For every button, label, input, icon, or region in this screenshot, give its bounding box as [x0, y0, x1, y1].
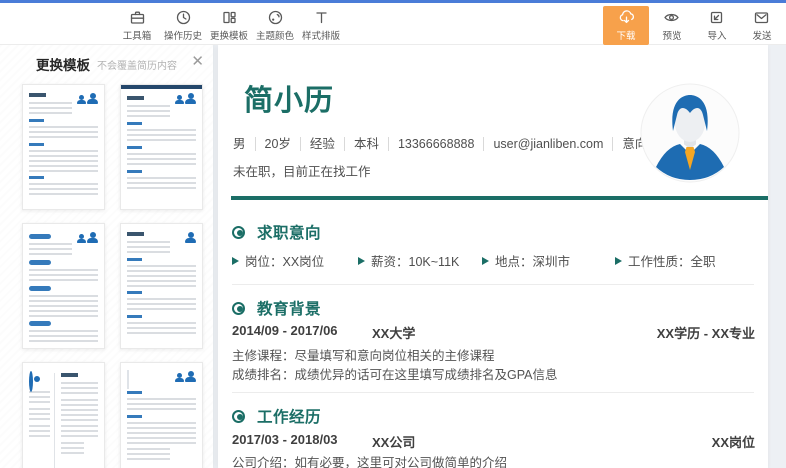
toolbar-tool-theme-color[interactable]: 主题颜色	[252, 6, 298, 45]
eye-icon	[663, 9, 680, 26]
education-detail-courses[interactable]: 主修课程：尽量填写和意向岗位相关的主修课程	[232, 347, 754, 366]
toolbar-tools-group: 工具箱 操作历史 更换模板 主题颜色 样式排版	[114, 6, 344, 45]
info-education: 本科	[343, 137, 379, 151]
preview-button[interactable]: 预览	[649, 6, 694, 45]
intention-item-label: 薪资：10K~11K	[371, 255, 460, 269]
person-pair-icon	[175, 371, 196, 382]
education-school: XX大学	[372, 326, 416, 341]
work-position: XX岗位	[711, 435, 755, 450]
info-email: user@jianliben.com	[483, 137, 604, 151]
avatar-circle-icon	[29, 371, 33, 392]
toolbar-actions-group: 下载 预览 导入 发送	[603, 6, 784, 45]
arrow-icon	[615, 256, 622, 265]
send-icon	[753, 9, 770, 26]
thumbnail-body	[61, 373, 98, 468]
template-thumbnail-1[interactable]	[22, 84, 105, 210]
resume-basic-info[interactable]: 男20岁经验本科13366668888user@jianliben.com意向岗…	[233, 133, 673, 152]
intention-item-type[interactable]: 工作性质：全职	[615, 251, 716, 270]
arrow-icon	[482, 256, 489, 265]
template-icon	[221, 9, 238, 26]
person-pair-icon	[77, 232, 98, 243]
toolbar-tool-history[interactable]: 操作历史	[160, 6, 206, 45]
template-thumbnail-5[interactable]	[22, 362, 105, 468]
resume-paper: 简小历 男 20岁 经验 本科 13366668888 user@jianliben.co…	[218, 45, 768, 468]
section-divider	[232, 392, 754, 393]
template-thumbnail-6[interactable]	[120, 362, 203, 468]
work-row[interactable]: 2017/03 - 2018/03 XX公司 XX岗位	[232, 432, 755, 451]
section-bullet-icon	[232, 225, 245, 239]
toolbar-tool-label: 样式排版	[302, 31, 340, 42]
toolbar-tool-label: 更换模板	[210, 31, 248, 42]
section-intention-header: 求职意向	[232, 221, 321, 243]
send-button[interactable]: 发送	[739, 6, 784, 45]
intention-item-label: 工作性质：全职	[628, 255, 716, 269]
person-pair-icon	[77, 93, 98, 104]
thumbnail-sidebar	[29, 371, 55, 468]
education-period: 2014/09 - 2017/06	[232, 323, 338, 338]
avatar[interactable]	[640, 83, 740, 183]
import-button-label: 导入	[707, 31, 726, 42]
download-button[interactable]: 下载	[603, 6, 649, 45]
template-thumbnail-3[interactable]	[22, 223, 105, 349]
arrow-icon	[232, 256, 239, 265]
section-bullet-icon	[232, 301, 245, 315]
import-button[interactable]: 导入	[694, 6, 739, 45]
section-work-header: 工作经历	[232, 405, 321, 427]
toolbar-tool-change-template[interactable]: 更换模板	[206, 6, 252, 45]
intention-item-label: 岗位：XX岗位	[245, 255, 325, 269]
resume-canvas: 简小历 男 20岁 经验 本科 13366668888 user@jianliben.co…	[213, 45, 786, 468]
panel-header: 更换模板 不会覆盖简历内容 ✕	[0, 51, 213, 77]
education-degree: XX学历 - XX专业	[656, 326, 755, 341]
section-divider	[232, 284, 754, 285]
section-title: 工作经历	[257, 409, 322, 426]
toolbar-tool-label: 工具箱	[122, 31, 152, 42]
change-template-panel: 更换模板 不会覆盖简历内容 ✕	[0, 45, 213, 468]
download-button-label: 下载	[616, 31, 636, 42]
work-period: 2017/03 - 2018/03	[232, 432, 338, 447]
work-detail-intro[interactable]: 公司介绍：如有必要，这里可对公司做简单的介绍	[232, 454, 754, 468]
intention-item-location[interactable]: 地点：深圳市	[482, 251, 570, 270]
header-accent-divider	[231, 196, 768, 200]
template-thumbnail-2[interactable]	[120, 84, 203, 210]
section-education-header: 教育背景	[232, 297, 321, 319]
import-icon	[708, 9, 725, 26]
person-pair-icon	[175, 93, 196, 104]
intention-item-salary[interactable]: 薪资：10K~11K	[358, 251, 459, 270]
preview-button-label: 预览	[662, 31, 681, 42]
info-phone: 13366668888	[387, 137, 475, 151]
toolbar-tool-toolbox[interactable]: 工具箱	[114, 6, 160, 45]
theme-color-icon	[267, 9, 284, 26]
panel-subtitle: 不会覆盖简历内容	[97, 60, 177, 72]
info-age: 20岁	[254, 137, 291, 151]
section-title: 教育背景	[257, 301, 322, 318]
resume-job-status[interactable]: 未在职，目前正在找工作	[233, 161, 371, 180]
typography-icon	[313, 9, 330, 26]
send-button-label: 发送	[752, 31, 771, 42]
close-icon[interactable]: ✕	[191, 52, 204, 72]
info-gender: 男	[233, 137, 246, 151]
work-company: XX公司	[372, 435, 416, 450]
toolbar-tool-label: 主题颜色	[256, 31, 294, 42]
person-pair-icon	[185, 232, 196, 243]
download-cloud-icon	[618, 9, 635, 26]
briefcase-icon	[129, 9, 146, 26]
info-experience: 经验	[299, 137, 335, 151]
section-bullet-icon	[232, 409, 245, 423]
section-title: 求职意向	[257, 225, 322, 242]
template-thumbnail-4[interactable]	[120, 223, 203, 349]
education-row[interactable]: 2014/09 - 2017/06 XX大学 XX学历 - XX专业	[232, 323, 755, 342]
intention-item-position[interactable]: 岗位：XX岗位	[232, 251, 324, 270]
arrow-icon	[358, 256, 365, 265]
top-toolbar: 工具箱 操作历史 更换模板 主题颜色 样式排版 下载 预览 导入 发送	[0, 0, 786, 45]
history-icon	[175, 9, 192, 26]
toolbar-tool-label: 操作历史	[164, 31, 202, 42]
toolbar-tool-typography[interactable]: 样式排版	[298, 6, 344, 45]
resume-name[interactable]: 简小历	[244, 77, 334, 119]
template-thumbnail-grid	[22, 84, 203, 468]
education-detail-rank[interactable]: 成绩排名：成绩优异的话可在这里填写成绩排名及GPA信息	[232, 366, 754, 385]
intention-item-label: 地点：深圳市	[495, 255, 571, 269]
panel-title: 更换模板	[36, 58, 90, 73]
